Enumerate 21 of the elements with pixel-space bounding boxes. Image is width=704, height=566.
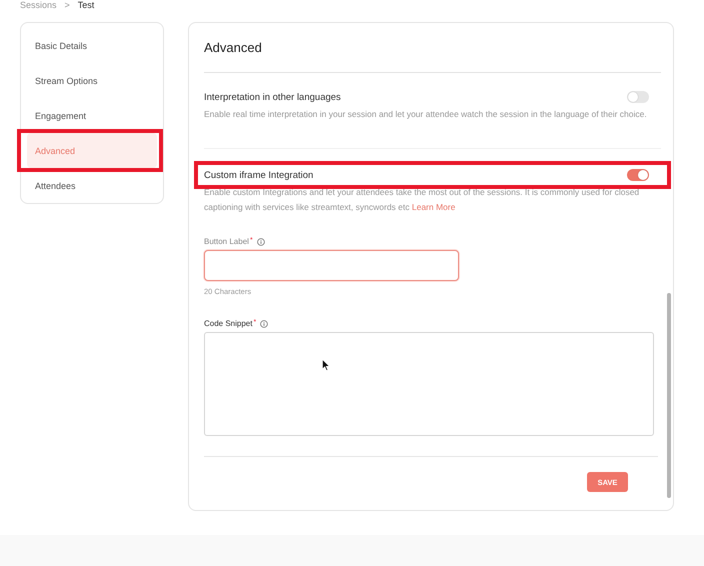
panel-title: Advanced [204,23,661,73]
setting-title: Custom iframe Integration [204,170,314,180]
sidebar-item[interactable]: Basic Details [27,28,157,63]
field-label: Button Label [204,237,249,246]
sidebar-item[interactable]: Engagement [27,98,157,133]
breadcrumb-current: Test [78,0,94,10]
setting-title: Interpretation in other languages [204,92,341,102]
toggle-switch[interactable] [627,91,649,103]
mouse-pointer-icon [322,359,330,371]
button-label-field[interactable] [204,250,459,281]
sidebar-item[interactable]: Stream Options [27,63,157,98]
sidebar-item[interactable]: Attendees [27,168,157,203]
info-icon [256,238,265,246]
toggle-switch[interactable] [627,169,649,181]
setting-description: Enable custom Integrations and let your attendees take the most out of the sessions. It is commonly used for closed captioning with services like streamtext, syncwords etc Learn More [204,186,640,214]
field-label: Code Snippet [204,319,252,328]
scrollbar-thumb[interactable] [667,293,671,498]
setting-description: Enable real time interpretation in your session and let your attendee watch the session in the language of their choice. [204,108,648,121]
code-snippet-field[interactable] [204,332,654,436]
breadcrumb-separator: > [64,0,70,10]
info-icon [260,320,268,328]
